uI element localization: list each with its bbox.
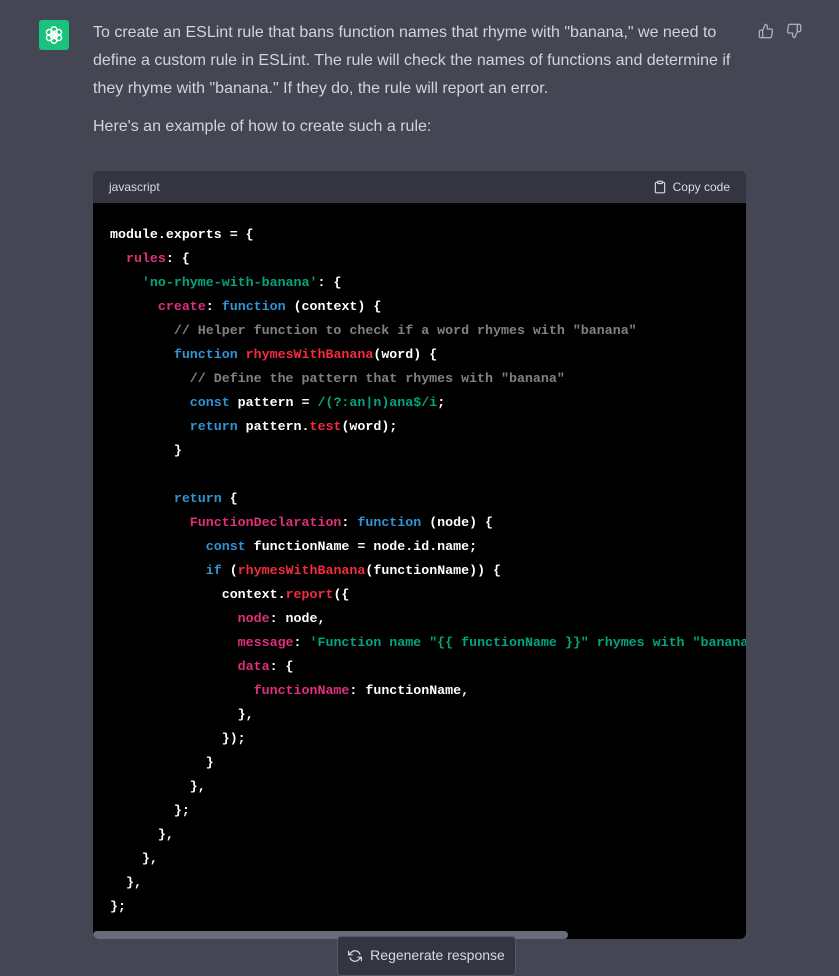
- dislike-button[interactable]: [785, 22, 803, 40]
- code-header: javascript Copy code: [93, 171, 746, 203]
- assistant-avatar: [39, 20, 69, 50]
- clipboard-icon: [654, 180, 665, 194]
- regenerate-response-button[interactable]: Regenerate response: [337, 936, 516, 976]
- refresh-icon: [348, 950, 363, 962]
- regenerate-label: Regenerate response: [370, 947, 505, 963]
- copy-code-label: Copy code: [672, 180, 730, 194]
- openai-logo-icon: [45, 26, 63, 44]
- code-content: module.exports = { rules: { 'no-rhyme-wi…: [93, 203, 746, 919]
- code-block: javascript Copy code module.exports = { …: [93, 171, 746, 939]
- feedback-buttons: [757, 22, 803, 40]
- copy-code-button[interactable]: Copy code: [653, 180, 730, 194]
- like-button[interactable]: [757, 22, 775, 40]
- message-paragraph-intro: To create an ESLint rule that bans funct…: [93, 24, 731, 97]
- message-paragraph-example: Here's an example of how to create such …: [93, 118, 432, 135]
- code-body: module.exports = { rules: { 'no-rhyme-wi…: [93, 203, 746, 939]
- thumbs-up-icon: [758, 23, 774, 39]
- code-text: module.exports = { rules: { 'no-rhyme-wi…: [110, 227, 746, 914]
- code-language-label: javascript: [109, 180, 160, 194]
- assistant-message: To create an ESLint rule that bans funct…: [93, 19, 746, 141]
- thumbs-down-icon: [786, 23, 802, 39]
